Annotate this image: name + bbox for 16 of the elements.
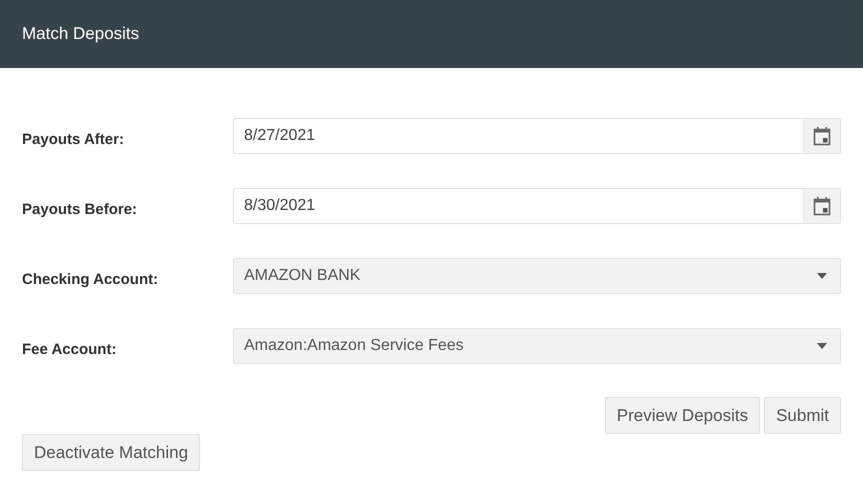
account-dropdown[interactable]: AMAZON BANK [233, 258, 841, 294]
calendar-icon[interactable] [803, 189, 840, 223]
deactivate-button[interactable]: Deactivate Matching [22, 434, 200, 471]
field-label: Payouts After: [22, 130, 125, 148]
page-title: Match Deposits [22, 24, 140, 44]
caret-icon [816, 342, 828, 350]
action-button[interactable]: Preview Deposits [604, 397, 760, 434]
date-field[interactable]: 8/30/2021 [233, 188, 841, 224]
date-field[interactable]: 8/27/2021 [233, 118, 841, 154]
account-dropdown[interactable]: Amazon:Amazon Service Fees [233, 328, 841, 364]
action-button[interactable]: Submit [764, 397, 841, 434]
field-label: Fee Account: [22, 340, 118, 358]
calendar-icon[interactable] [803, 119, 840, 153]
caret-icon [816, 272, 828, 280]
field-label: Checking Account: [22, 270, 160, 288]
field-label: Payouts Before: [22, 200, 138, 218]
